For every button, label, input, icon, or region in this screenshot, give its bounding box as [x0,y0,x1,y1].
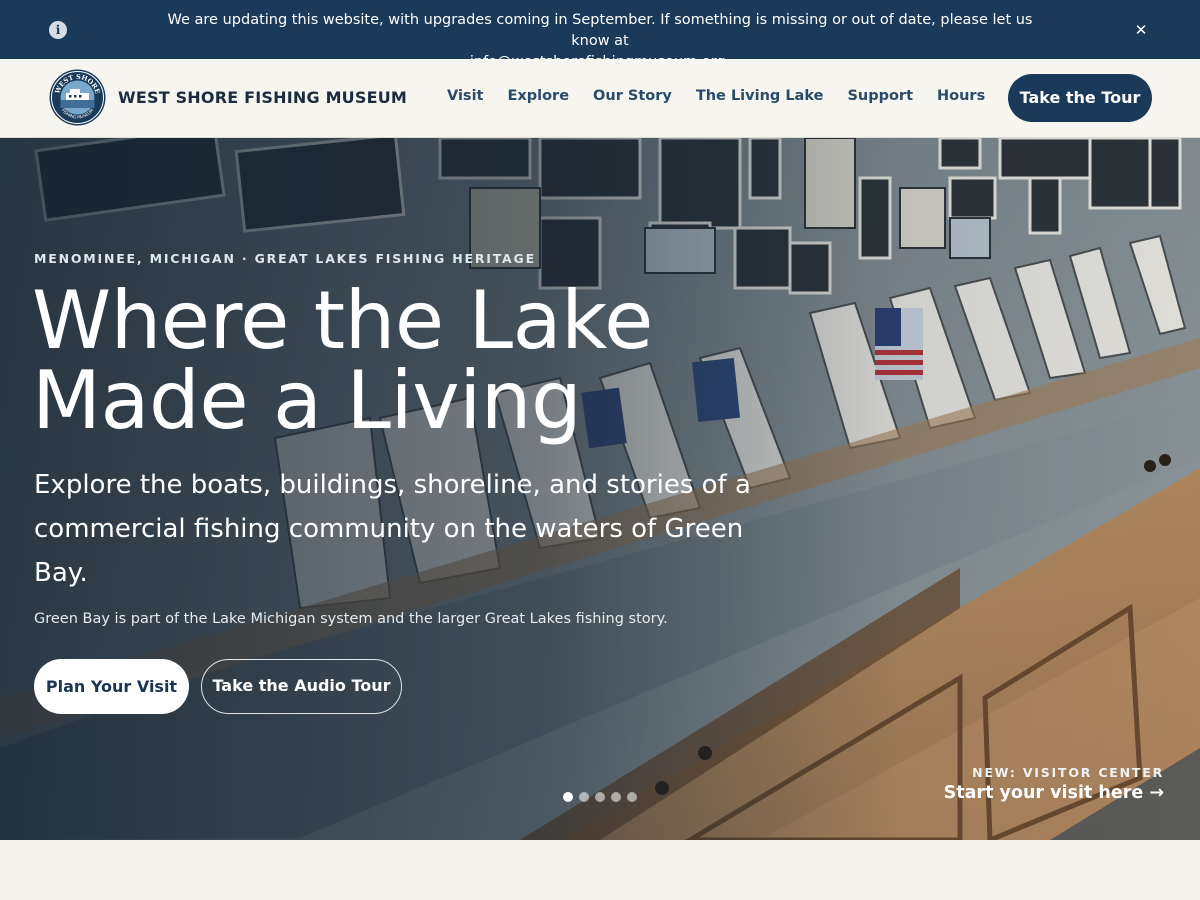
audio-tour-button[interactable]: Take the Audio Tour [201,659,402,714]
info-icon: i [49,21,67,39]
hero-eyebrow: MENOMINEE, MICHIGAN · GREAT LAKES FISHIN… [34,251,536,266]
nav-item-hours[interactable]: Hours [937,88,985,104]
hero-headline: Where the Lake Made a Living [32,281,792,441]
close-icon[interactable]: ✕ [1131,20,1151,40]
plan-your-visit-button[interactable]: Plan Your Visit [34,659,189,714]
start-visit-link[interactable]: Start your visit here → [944,783,1164,803]
carousel-dots [563,792,637,802]
carousel-dot-2[interactable] [579,792,589,802]
carousel-dot-3[interactable] [595,792,605,802]
brand-name[interactable]: WEST SHORE FISHING MUSEUM [118,88,407,107]
banner-text: We are updating this website, with upgra… [167,12,1033,49]
hero-note: Green Bay is part of the Lake Michigan s… [34,611,668,627]
nav-item-support[interactable]: Support [847,88,913,104]
carousel-dot-1[interactable] [563,792,573,802]
nav-item-visit[interactable]: Visit [447,88,483,104]
visitor-center-label: NEW: VISITOR CENTER [972,765,1164,780]
take-the-tour-button[interactable]: Take the Tour [1008,74,1152,122]
nav-item-explore[interactable]: Explore [507,88,569,104]
hero-lede: Explore the boats, buildings, shoreline,… [34,470,751,588]
main-nav: Visit Explore Our Story The Living Lake … [447,88,985,104]
announcement-banner: i We are updating this website, with upg… [0,0,1200,70]
nav-item-the-living-lake[interactable]: The Living Lake [696,88,824,104]
carousel-dot-5[interactable] [627,792,637,802]
nav-item-our-story[interactable]: Our Story [593,88,672,104]
museum-logo[interactable]: WEST SHORE FISHING MUSEUM [49,69,106,126]
hero-headline-line-2: Made a Living [32,354,582,447]
site-header: WEST SHORE FISHING MUSEUM WEST SHORE FIS… [0,59,1200,138]
hero: MENOMINEE, MICHIGAN · GREAT LAKES FISHIN… [0,138,1200,840]
carousel-dot-4[interactable] [611,792,621,802]
